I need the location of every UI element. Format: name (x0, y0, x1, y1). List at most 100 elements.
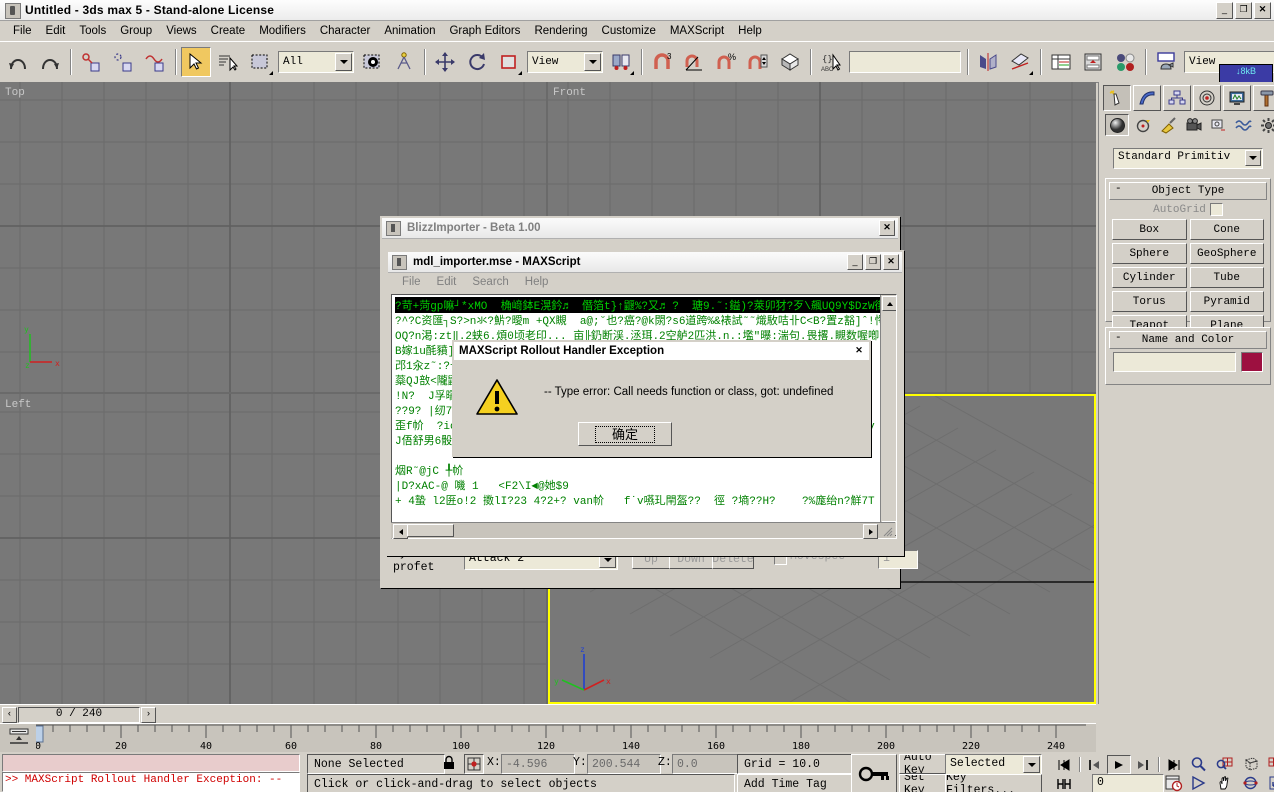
modify-tab[interactable] (1133, 85, 1161, 111)
named-selection-sets-icon[interactable] (775, 47, 805, 77)
blizzimporter-close-button[interactable]: ✕ (879, 220, 895, 236)
menu-views[interactable]: Views (159, 23, 203, 39)
reference-coordinate-system-combo[interactable]: View (527, 51, 603, 73)
next-frame-icon[interactable] (1131, 755, 1155, 774)
hierarchy-tab[interactable] (1163, 85, 1191, 111)
unlink-selection-icon[interactable] (108, 47, 138, 77)
create-torus-button[interactable]: Torus (1112, 291, 1187, 312)
menu-modifiers[interactable]: Modifiers (252, 23, 313, 39)
pan-view-icon[interactable] (1212, 773, 1236, 792)
material-editor-icon[interactable] (1110, 47, 1140, 77)
object-color-swatch[interactable] (1241, 352, 1263, 372)
min-max-viewport-toggle-icon[interactable] (1264, 773, 1274, 792)
maxscript-menu-search[interactable]: Search (464, 276, 516, 288)
current-frame-display[interactable]: 0 / 240 (18, 707, 140, 723)
menu-edit[interactable]: Edit (39, 23, 73, 39)
helpers-subtab[interactable] (1207, 115, 1229, 135)
previous-frame-icon[interactable] (1083, 755, 1107, 774)
key-filter-mode-combo[interactable]: Selected (945, 754, 1042, 775)
menu-customize[interactable]: Customize (595, 23, 663, 39)
menu-rendering[interactable]: Rendering (527, 23, 594, 39)
track-bar[interactable]: 0 20 40 60 80 100 120 140 160 180 200 220 240 (0, 723, 1096, 753)
bind-to-spacewarp-icon[interactable] (140, 47, 170, 77)
scroll-up-icon[interactable] (882, 296, 896, 311)
object-type-header[interactable]: - Object Type (1109, 182, 1267, 200)
display-tab[interactable] (1223, 85, 1251, 111)
object-name-input[interactable] (1113, 352, 1236, 372)
curve-editor-icon[interactable] (1078, 47, 1108, 77)
set-key-button[interactable]: Set Key (899, 774, 949, 792)
geometry-subtab[interactable] (1105, 114, 1129, 136)
zoom-icon[interactable] (1186, 754, 1210, 773)
shapes-subtab[interactable] (1132, 115, 1154, 135)
autogrid-checkbox[interactable] (1209, 203, 1223, 216)
next-frame-button[interactable]: › (141, 707, 156, 723)
key-filters-button[interactable]: Key Filters... (945, 774, 1042, 792)
maxscript-vertical-scrollbar[interactable] (880, 295, 896, 538)
create-tube-button[interactable]: Tube (1189, 267, 1264, 288)
error-ok-button[interactable]: 确定 (578, 422, 672, 446)
zoom-all-icon[interactable] (1212, 754, 1236, 773)
maxscript-menu-help[interactable]: Help (517, 276, 557, 288)
percent-snap-toggle-icon[interactable]: % (711, 47, 741, 77)
create-sphere-button[interactable]: Sphere (1112, 243, 1187, 264)
menu-tools[interactable]: Tools (72, 23, 113, 39)
transform-lock-icon[interactable] (442, 755, 456, 774)
mirror-icon[interactable] (973, 47, 1003, 77)
named-selection-set-input[interactable] (849, 51, 961, 73)
angle-snap-toggle-icon[interactable] (679, 47, 709, 77)
minimize-button[interactable]: _ (1216, 2, 1233, 19)
select-and-move-icon[interactable] (430, 47, 460, 77)
goto-start-icon[interactable] (1052, 755, 1076, 774)
select-object-icon[interactable] (181, 47, 211, 77)
horizontal-scroll-thumb[interactable] (407, 524, 454, 537)
rectangular-selection-region-icon[interactable] (245, 47, 275, 77)
menu-maxscript[interactable]: MAXScript (663, 23, 731, 39)
align-icon[interactable] (1005, 47, 1035, 77)
maxscript-close-button[interactable]: ✕ (883, 254, 899, 270)
systems-subtab[interactable] (1257, 115, 1274, 135)
auto-key-button[interactable]: Auto Key (899, 754, 949, 774)
add-time-tag-button[interactable]: Add Time Tag (737, 774, 855, 792)
render-scene-icon[interactable] (1151, 47, 1181, 77)
blizzimporter-titlebar[interactable]: BlizzImporter - Beta 1.00 ✕ (382, 218, 898, 239)
menu-character[interactable]: Character (313, 23, 378, 39)
snap-toggle-icon[interactable]: 3 (647, 47, 677, 77)
select-and-scale-icon[interactable] (494, 47, 524, 77)
time-configuration-icon[interactable] (1164, 774, 1184, 792)
spinner-snap-toggle-icon[interactable] (743, 47, 773, 77)
menu-file[interactable]: File (6, 23, 39, 39)
layer-manager-icon[interactable] (1046, 47, 1076, 77)
select-and-rotate-icon[interactable] (462, 47, 492, 77)
scroll-right-icon[interactable] (863, 524, 878, 539)
create-pyramid-button[interactable]: Pyramid (1189, 291, 1264, 312)
utilities-tab[interactable] (1253, 85, 1274, 111)
collapse-toggle[interactable]: - (1115, 332, 1122, 344)
current-frame-input[interactable]: 0 (1092, 774, 1164, 792)
field-of-view-icon[interactable] (1186, 773, 1210, 792)
maxscript-minimize-button[interactable]: _ (847, 254, 863, 270)
collapse-toggle[interactable]: - (1115, 183, 1122, 195)
maxscript-maximize-button[interactable]: ❐ (865, 254, 881, 270)
menu-create[interactable]: Create (204, 23, 253, 39)
select-and-link-icon[interactable] (76, 47, 106, 77)
open-mini-curve-editor-icon[interactable] (8, 728, 30, 746)
chevron-down-icon[interactable] (1023, 756, 1040, 773)
name-and-color-header[interactable]: - Name and Color (1109, 331, 1267, 349)
maxscript-exception-dialog[interactable]: MAXScript Rollout Handler Exception ✕ --… (452, 340, 871, 457)
cameras-subtab[interactable] (1182, 115, 1204, 135)
maxscript-mini-listener-input[interactable] (2, 754, 300, 772)
coord-y-field[interactable]: 200.544 (587, 754, 661, 774)
play-animation-icon[interactable] (1107, 755, 1131, 774)
prev-frame-button[interactable]: ‹ (2, 707, 17, 723)
selection-filter-combo[interactable]: All (278, 51, 354, 73)
create-box-button[interactable]: Box (1112, 219, 1187, 240)
mirror-named-selection-icon[interactable]: {} ABC (816, 47, 846, 77)
object-category-combo[interactable]: Standard Primitiv (1113, 148, 1263, 169)
menu-group[interactable]: Group (113, 23, 159, 39)
chevron-down-icon[interactable] (335, 53, 352, 71)
menu-help[interactable]: Help (731, 23, 769, 39)
select-by-name-icon[interactable] (213, 47, 243, 77)
key-mode-toggle-icon[interactable] (1052, 774, 1076, 792)
maximize-button[interactable]: ❐ (1235, 2, 1252, 19)
